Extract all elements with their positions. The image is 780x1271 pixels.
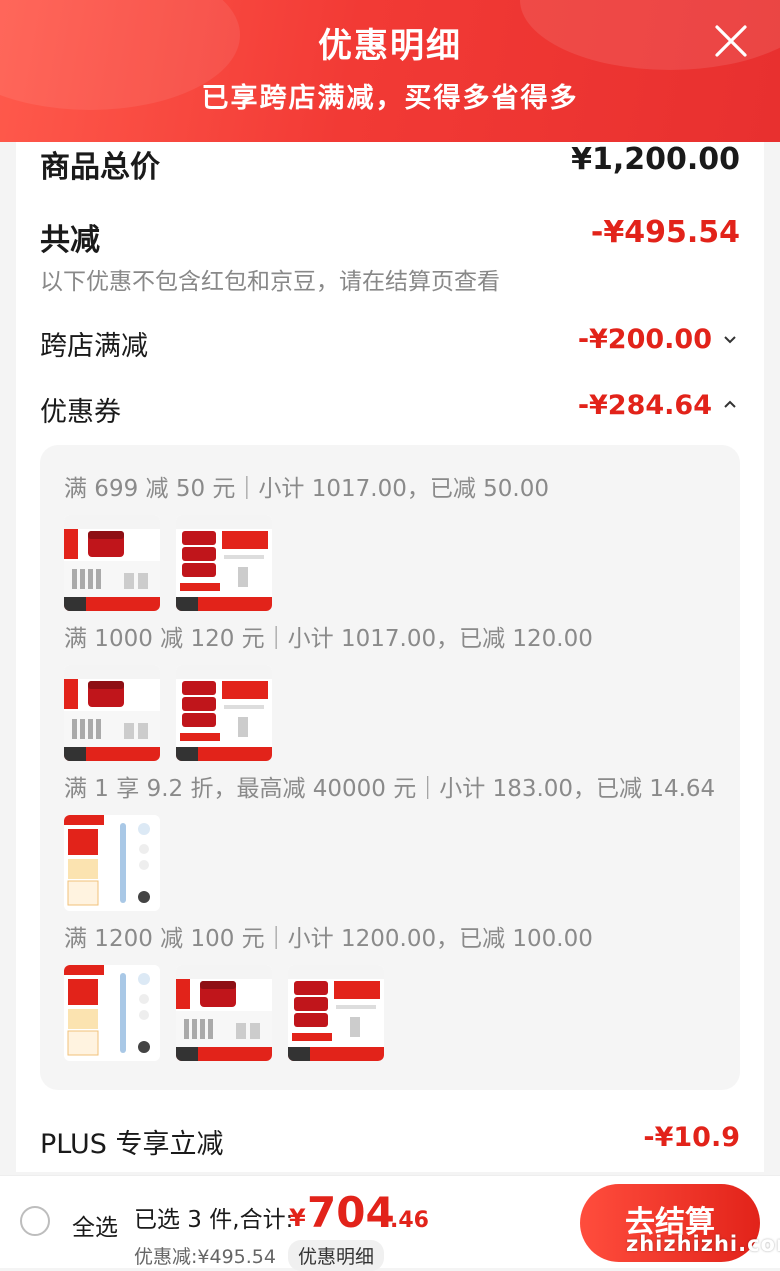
discount-detail-button[interactable]: 优惠明细 xyxy=(288,1240,385,1271)
cross-store-label: 跨店满减 xyxy=(40,331,148,362)
coupon-group-label: 满 1000 减 120 元｜小计 1017.00，已减 120.00 xyxy=(64,626,593,652)
total-discount-row: 共减 -¥495.54 xyxy=(40,215,740,259)
product-thumb-face-cream[interactable] xyxy=(288,965,384,1061)
chevron-down-icon[interactable] xyxy=(720,324,740,352)
coupon-group-label: 满 699 减 50 元｜小计 1017.00，已减 50.00 xyxy=(64,476,549,502)
total-discount-value: -¥495.54 xyxy=(590,215,740,250)
watermark: zhizhizhi.com xyxy=(626,1232,780,1256)
coupon-value: -¥284.64 xyxy=(577,390,712,421)
total-price-value: ¥1,200.00 xyxy=(571,142,740,177)
total-amount: 704 xyxy=(307,1188,395,1237)
product-thumb-toothbrush[interactable] xyxy=(64,965,160,1061)
page-title: 优惠明细 xyxy=(318,26,462,66)
plus-discount-row: PLUS 专享立减 -¥10.9 xyxy=(40,1122,740,1161)
selected-summary: 已选 3 件,合计: xyxy=(134,1207,294,1233)
plus-value: -¥10.9 xyxy=(643,1122,740,1153)
total-discount-label: 共减 xyxy=(40,223,100,258)
close-icon[interactable] xyxy=(714,24,748,58)
coupon-label: 优惠券 xyxy=(40,397,121,428)
discount-panel: 商品总价 ¥1,200.00 共减 -¥495.54 以下优惠不包含红包和京豆，… xyxy=(16,142,764,1172)
plus-label: PLUS 专享立减 xyxy=(40,1129,224,1160)
total-currency: ¥ xyxy=(289,1204,306,1232)
total-amount-decimal: .46 xyxy=(390,1208,429,1233)
product-thumb-toothbrush[interactable] xyxy=(64,815,160,911)
page-subtitle: 已享跨店满减，买得多省得多 xyxy=(201,83,579,114)
saved-amount: 优惠减:¥495.54 xyxy=(134,1246,276,1268)
cross-store-value: -¥200.00 xyxy=(577,324,712,355)
select-all-checkbox[interactable] xyxy=(20,1206,50,1236)
coupon-group-label: 满 1200 减 100 元｜小计 1200.00，已减 100.00 xyxy=(64,926,593,952)
product-thumb-face-cream[interactable] xyxy=(176,665,272,761)
chevron-up-icon[interactable] xyxy=(720,390,740,418)
product-thumb-face-cream[interactable] xyxy=(64,515,160,611)
cross-store-row[interactable]: 跨店满减 -¥200.00 xyxy=(40,324,740,363)
select-all-label[interactable]: 全选 xyxy=(72,1208,118,1242)
discount-detail-header: 优惠明细 已享跨店满减，买得多省得多 xyxy=(0,0,780,142)
discount-note: 以下优惠不包含红包和京豆，请在结算页查看 xyxy=(40,269,500,295)
coupon-row[interactable]: 优惠券 -¥284.64 xyxy=(40,390,740,429)
coupon-group-label: 满 1 享 9.2 折，最高减 40000 元｜小计 183.00，已减 14.… xyxy=(64,776,716,802)
total-price-row: 商品总价 ¥1,200.00 xyxy=(40,142,740,186)
product-thumb-face-cream[interactable] xyxy=(176,515,272,611)
total-price-label: 商品总价 xyxy=(40,150,160,185)
product-thumb-face-cream[interactable] xyxy=(64,665,160,761)
coupon-detail-box: 满 699 减 50 元｜小计 1017.00，已减 50.00 满 1000 … xyxy=(40,445,740,1090)
product-thumb-face-cream[interactable] xyxy=(176,965,272,1061)
